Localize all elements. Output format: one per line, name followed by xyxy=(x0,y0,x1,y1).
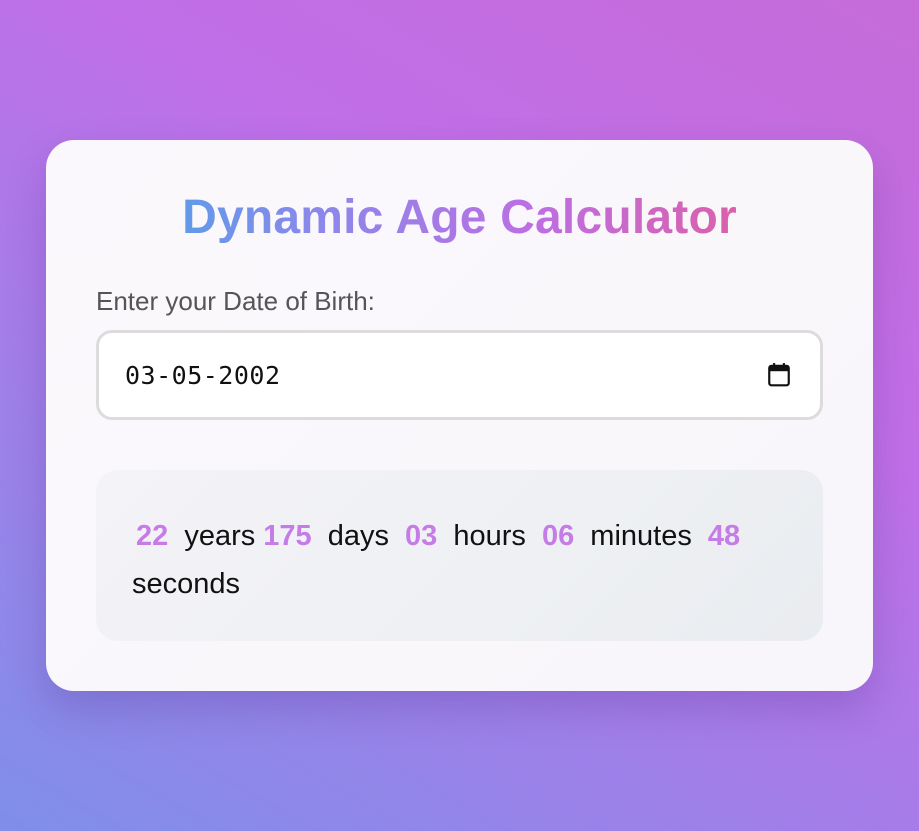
minutes-label: minutes xyxy=(590,520,692,552)
calendar-icon[interactable] xyxy=(766,362,792,388)
age-calculator-card: Dynamic Age Calculator Enter your Date o… xyxy=(46,140,873,691)
hours-label: hours xyxy=(453,520,526,552)
minutes-value: 06 xyxy=(541,520,575,552)
years-label: years xyxy=(184,520,256,552)
page-title: Dynamic Age Calculator xyxy=(96,190,823,246)
dob-label: Enter your Date of Birth: xyxy=(96,286,375,316)
age-result: 22 years 175 days 03 hours 06 minutes 48 … xyxy=(96,470,823,641)
hours-value: 03 xyxy=(405,520,438,552)
days-value: 175 xyxy=(263,520,312,552)
seconds-label: seconds xyxy=(132,568,241,600)
dob-date-value[interactable]: 03-05-2002 xyxy=(125,361,281,390)
seconds-value: 48 xyxy=(707,520,741,552)
dob-date-input[interactable]: 03-05-2002 xyxy=(96,330,823,420)
days-label: days xyxy=(327,520,389,552)
years-value: 22 xyxy=(136,520,169,552)
